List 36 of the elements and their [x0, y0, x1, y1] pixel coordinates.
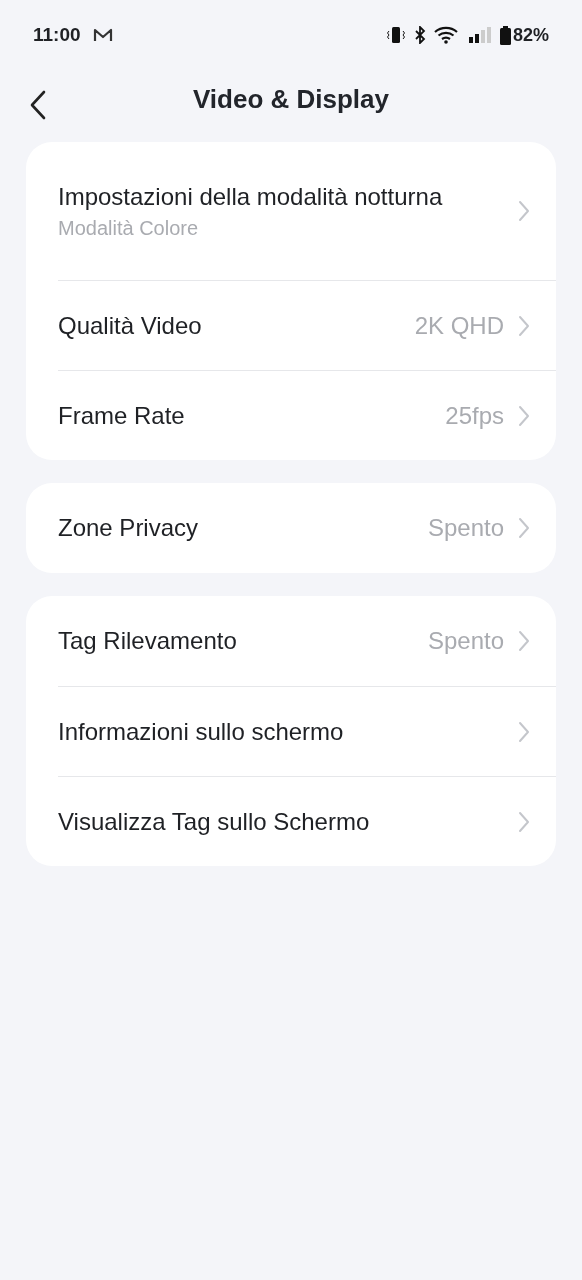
signal-icon: [467, 26, 492, 44]
chevron-icon: [518, 517, 530, 539]
battery-percent: 82%: [512, 23, 549, 47]
row-label: Tag Rilevamento: [58, 626, 238, 656]
row-subtitle: Modalità Colore: [58, 216, 200, 241]
row-label: Informazioni sullo schermo: [58, 716, 345, 747]
battery-icon: [499, 25, 511, 45]
chevron-icon: [518, 630, 530, 652]
chevron-icon: [518, 810, 530, 833]
row-value: Spento: [427, 626, 504, 656]
settings-row[interactable]: Qualità Video 2K QHD: [58, 280, 556, 370]
chevron-icon: [518, 404, 530, 427]
settings-row[interactable]: Frame Rate 25fps: [58, 370, 556, 460]
row-label: Impostazioni della modalità notturna: [58, 182, 444, 212]
row-value: 25fps: [445, 400, 504, 431]
chevron-icon: [518, 200, 530, 222]
bluetooth-icon: [413, 26, 426, 44]
page-title: Video & Display: [193, 82, 389, 116]
settings-row[interactable]: Tag Rilevamento Spento: [58, 596, 556, 686]
row-label: Frame Rate: [58, 400, 186, 431]
chevron-icon: [518, 720, 530, 743]
row-value: Spento: [427, 513, 504, 543]
wifi-icon: [433, 26, 460, 44]
row-label: Zone Privacy: [58, 513, 200, 543]
settings-row[interactable]: Zone Privacy Spento: [58, 483, 556, 573]
settings-row[interactable]: Visualizza Tag sullo Schermo: [58, 776, 556, 866]
status-time: 11:00: [33, 22, 81, 47]
back-icon: [30, 90, 46, 120]
settings-row[interactable]: Informazioni sullo schermo: [58, 686, 556, 776]
settings-row[interactable]: Impostazioni della modalità notturna Modalità Colore: [58, 142, 556, 280]
row-label: Visualizza Tag sullo Schermo: [58, 806, 371, 837]
mail-icon: [92, 28, 113, 42]
row-label: Qualità Video: [58, 310, 203, 341]
row-value: 2K QHD: [414, 310, 504, 341]
chevron-icon: [518, 314, 530, 337]
vibrate-icon: [385, 26, 406, 44]
